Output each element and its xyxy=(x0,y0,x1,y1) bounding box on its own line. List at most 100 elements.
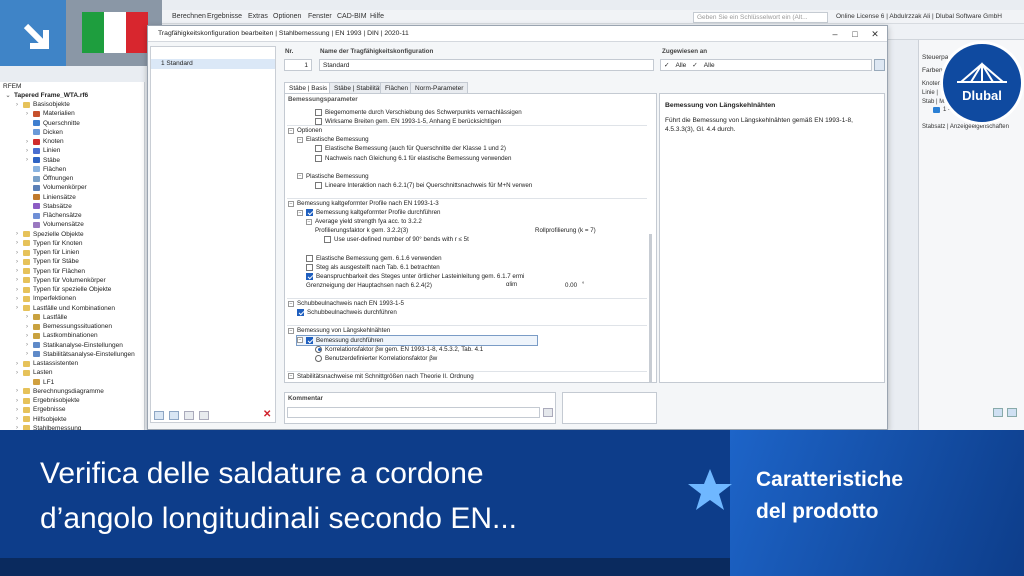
tree-item[interactable]: › Lastassistenten xyxy=(14,359,78,368)
checkbox[interactable] xyxy=(306,209,313,217)
tree-item[interactable]: › Lastfälle xyxy=(24,313,67,322)
collapse-icon[interactable]: ⌄ xyxy=(5,92,11,99)
menu-fenster[interactable]: Fenster xyxy=(308,13,332,20)
maximize-icon[interactable]: □ xyxy=(848,28,862,40)
parameter-row[interactable]: Elastische Bemessung (auch für Querschni… xyxy=(315,144,506,153)
parameter-row[interactable]: − Bemessung durchführen xyxy=(296,334,538,346)
checkbox[interactable] xyxy=(315,154,322,162)
tree-item[interactable]: › Ergebnisobjekte xyxy=(14,396,80,405)
parameter-value[interactable]: 0.00 xyxy=(565,282,577,289)
expand-icon[interactable]: › xyxy=(14,268,20,274)
tree-item[interactable]: › Knoten xyxy=(24,137,64,146)
tree-item[interactable]: › Berechnungsdiagramme xyxy=(14,387,104,396)
menu-extras[interactable]: Extras xyxy=(248,13,268,20)
menu-ergebnisse[interactable]: Ergebnisse xyxy=(207,13,242,20)
collapse-toggle-icon[interactable]: − xyxy=(297,337,303,343)
parameter-row[interactable]: Korrelationsfaktor βw gem. EN 1993-1-8, … xyxy=(315,345,483,354)
collapse-toggle-icon[interactable]: − xyxy=(288,300,294,307)
tree-item[interactable]: Volumensätze xyxy=(24,220,84,229)
tab-surfaces[interactable]: Flächen xyxy=(380,82,414,93)
tree-root[interactable]: RFEM xyxy=(3,82,21,91)
checkbox[interactable] xyxy=(297,309,304,317)
checkbox[interactable] xyxy=(315,109,322,116)
expand-icon[interactable]: › xyxy=(24,111,30,117)
expand-icon[interactable]: › xyxy=(14,259,20,265)
expand-icon[interactable]: › xyxy=(14,361,20,367)
tab-members-stability[interactable]: Stäbe | Stabilität xyxy=(329,82,387,93)
tree-item[interactable]: Stabsätze xyxy=(24,202,72,211)
tree-item[interactable]: › Bemessungssituationen xyxy=(24,322,112,331)
collapse-toggle-icon[interactable]: − xyxy=(297,136,303,143)
expand-icon[interactable]: › xyxy=(14,287,20,293)
checkbox[interactable] xyxy=(306,263,313,271)
import-icon[interactable] xyxy=(184,411,194,420)
expand-icon[interactable]: › xyxy=(14,240,20,246)
expand-icon[interactable]: › xyxy=(14,398,20,404)
minimize-icon[interactable]: – xyxy=(828,28,842,40)
menu-hilfe[interactable]: Hilfe xyxy=(370,13,384,20)
expand-icon[interactable]: › xyxy=(14,102,20,108)
copy-icon[interactable] xyxy=(169,411,179,420)
tree-item[interactable]: › Imperfektionen xyxy=(14,294,76,303)
tree-item[interactable]: Dicken xyxy=(24,128,63,137)
tab-code-parameters[interactable]: Norm-Parameter xyxy=(410,82,469,93)
tree-item[interactable]: › Typen für Linien xyxy=(14,248,79,257)
expand-icon[interactable]: › xyxy=(24,351,30,357)
tree-item[interactable]: › Linien xyxy=(24,146,60,155)
checkbox[interactable] xyxy=(306,254,313,262)
tree-item[interactable]: › Stabilitätsanalyse-Einstellungen xyxy=(24,350,135,359)
tree-item[interactable]: Querschnitte xyxy=(24,119,80,128)
checkbox[interactable] xyxy=(306,272,313,280)
tree-item[interactable]: › Typen für Knoten xyxy=(14,239,83,248)
panel-icon-1[interactable] xyxy=(993,408,1003,417)
parameter-row[interactable]: Benutzerdefinierter Korrelationsfaktor β… xyxy=(315,354,437,363)
tree-item[interactable]: LF1 xyxy=(24,378,54,387)
expand-icon[interactable]: › xyxy=(24,148,30,154)
parameter-row[interactable]: Beanspruchbarkeit des Steges unter örtli… xyxy=(306,272,524,281)
tree-item[interactable]: › Hilfsobjekte xyxy=(14,415,67,424)
comment-input[interactable] xyxy=(287,407,540,418)
expand-icon[interactable]: › xyxy=(14,277,20,283)
tree-item[interactable]: › Typen für Flächen xyxy=(14,267,85,276)
expand-icon[interactable]: › xyxy=(14,388,20,394)
export-icon[interactable] xyxy=(199,411,209,420)
collapse-toggle-icon[interactable]: − xyxy=(297,209,303,216)
parameter-value[interactable]: Rollprofilierung (k = 7) xyxy=(535,227,596,234)
parameter-row[interactable]: Elastische Bemessung gem. 6.1.6 verwende… xyxy=(306,254,442,263)
select-icon[interactable] xyxy=(874,59,885,71)
parameter-row[interactable]: Profilierungsfaktor k gem. 3.2.2(3) xyxy=(315,226,408,235)
parameter-row[interactable]: Steg als ausgesteift nach Tab. 6.1 betra… xyxy=(306,263,440,272)
parameter-row[interactable]: Biegemomente durch Verschiebung des Schw… xyxy=(315,108,522,117)
new-icon[interactable] xyxy=(154,411,164,420)
expand-icon[interactable]: › xyxy=(14,305,20,311)
number-field[interactable]: 1 xyxy=(284,59,312,71)
expand-icon[interactable]: › xyxy=(24,157,30,163)
parameter-row[interactable]: − Bemessung kaltgeformter Profile durchfü… xyxy=(297,208,441,217)
expand-icon[interactable]: › xyxy=(14,231,20,237)
assigned-field[interactable]: ✓ Alle ✓ Alle xyxy=(660,59,872,71)
expand-icon[interactable]: › xyxy=(14,250,20,256)
comment-edit-icon[interactable] xyxy=(543,408,553,417)
expand-icon[interactable]: › xyxy=(14,416,20,422)
tree-item[interactable]: › Spezielle Objekte xyxy=(14,230,84,239)
name-field[interactable]: Standard xyxy=(319,59,654,71)
radio-button[interactable] xyxy=(315,354,322,362)
tree-item[interactable]: Öffnungen xyxy=(24,174,73,183)
close-icon[interactable]: ✕ xyxy=(868,28,882,40)
tree-item[interactable]: › Typen für Volumenkörper xyxy=(14,276,106,285)
menu-optionen[interactable]: Optionen xyxy=(273,13,301,20)
menu-berechnen[interactable]: Berechnen xyxy=(172,13,206,20)
tree-item[interactable]: › Lastkombinationen xyxy=(24,331,98,340)
tree-item[interactable]: › Ergebnisse xyxy=(14,405,66,414)
collapse-toggle-icon[interactable]: − xyxy=(288,327,294,334)
parameter-row[interactable]: Schubbeulnachweis durchführen xyxy=(297,308,397,317)
checkbox[interactable] xyxy=(306,336,313,344)
tree-item[interactable]: › Typen für spezielle Objekte xyxy=(14,285,111,294)
collapse-toggle-icon[interactable]: − xyxy=(306,218,312,225)
expand-icon[interactable]: › xyxy=(24,333,30,339)
collapse-toggle-icon[interactable]: − xyxy=(288,127,294,134)
tree-item[interactable]: › Typen für Stäbe xyxy=(14,257,79,266)
tab-members-basis[interactable]: Stäbe | Basis xyxy=(284,82,333,93)
tree-item[interactable]: › Lasten xyxy=(14,368,53,377)
checkbox[interactable] xyxy=(297,382,304,383)
